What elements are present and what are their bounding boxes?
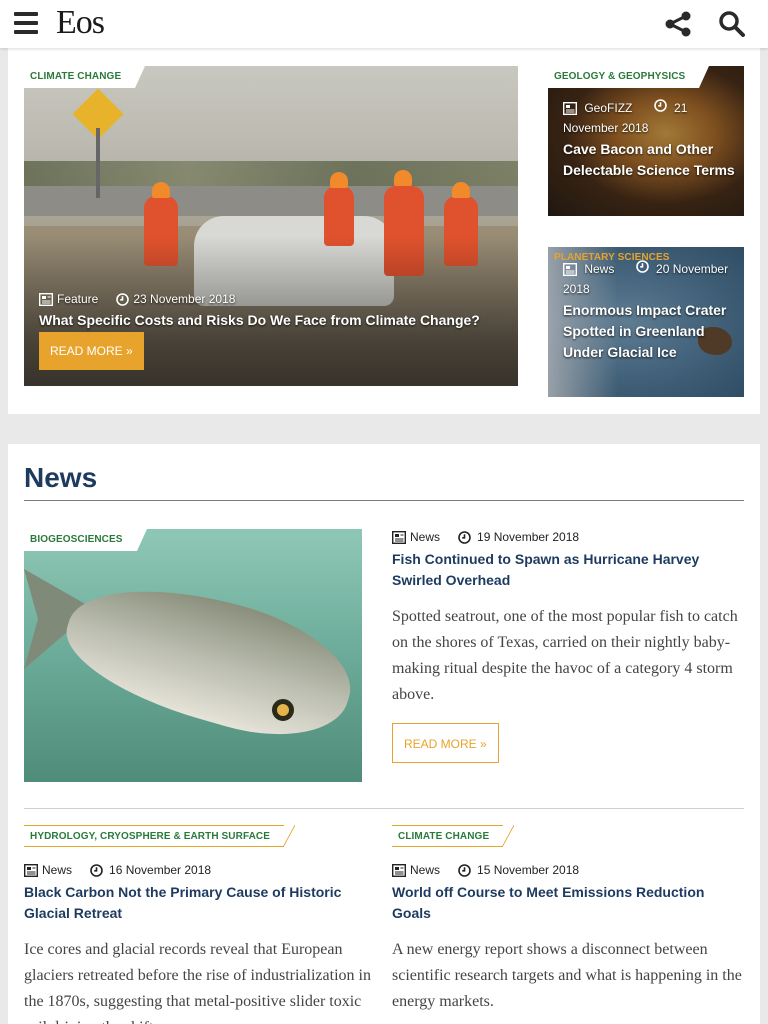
clock-icon — [458, 863, 471, 877]
section-heading: News — [24, 462, 98, 493]
category-tag[interactable]: BIOGEOSCIENCES — [24, 529, 147, 551]
clock-icon — [458, 530, 471, 544]
article-type: News — [42, 863, 73, 877]
article-type: News — [410, 863, 441, 877]
featured-side-card[interactable]: GEOLOGY & GEOPHYSICS GeoFIZZ 21 November… — [548, 66, 744, 216]
site-logo[interactable]: Eos — [56, 4, 105, 42]
featured-side-title[interactable]: Enormous Impact Crater Spotted in Greenl… — [563, 300, 739, 363]
sign-pole-image — [96, 128, 100, 198]
clock-icon — [90, 863, 103, 877]
article-date: 15 November 2018 — [477, 863, 580, 877]
clock-icon — [653, 99, 667, 112]
article-title[interactable]: Black Carbon Not the Primary Cause of Hi… — [24, 882, 369, 924]
article-type: GeoFIZZ — [584, 101, 633, 115]
article-summary: Spotted seatrout, one of the most popula… — [392, 608, 738, 703]
newspaper-icon — [392, 863, 406, 877]
article-meta: Feature 23 November 2018 — [39, 292, 235, 306]
article-type: Feature — [57, 292, 99, 306]
top-bar: Eos — [0, 0, 768, 48]
helmet-image — [152, 182, 170, 198]
article-meta: News 16 November 2018 — [24, 863, 211, 877]
article-date: 16 November 2018 — [109, 863, 212, 877]
helmet-image — [394, 170, 412, 186]
article-meta: News 20 November 2018 — [563, 259, 738, 299]
category-tag[interactable]: GEOLOGY & GEOPHYSICS — [548, 66, 710, 88]
helmet-image — [330, 172, 348, 188]
hamburger-icon[interactable] — [14, 12, 38, 34]
article-meta: News 15 November 2018 — [392, 863, 579, 877]
featured-main-card[interactable]: CLIMATE CHANGE Feature 23 November 2018 … — [24, 66, 518, 386]
share-icon[interactable] — [664, 11, 692, 37]
article-date: 23 November 2018 — [133, 292, 236, 306]
fish-image — [53, 561, 362, 757]
article-date: 19 November 2018 — [477, 530, 580, 544]
helmet-image — [452, 182, 470, 198]
newspaper-icon — [563, 102, 577, 116]
featured-section: CLIMATE CHANGE Feature 23 November 2018 … — [8, 48, 760, 414]
featured-side-title[interactable]: Cave Bacon and Other Delectable Science … — [563, 139, 739, 181]
section-rule — [24, 500, 744, 501]
article-meta: News 19 November 2018 — [392, 530, 579, 544]
read-more-button[interactable]: READ MORE » — [392, 723, 499, 763]
article-meta: GeoFIZZ 21 November 2018 — [563, 98, 738, 138]
article-title[interactable]: Fish Continued to Spawn as Hurricane Har… — [392, 549, 732, 591]
featured-title[interactable]: What Specific Costs and Risks Do We Face… — [39, 312, 480, 328]
article-type: News — [410, 530, 441, 544]
article-summary: A new energy report shows a disconnect b… — [392, 941, 742, 1010]
divider — [24, 808, 744, 809]
newspaper-icon — [392, 530, 406, 544]
newspaper-icon — [39, 292, 53, 306]
clock-icon — [635, 260, 649, 273]
article-title[interactable]: World off Course to Meet Emissions Reduc… — [392, 882, 737, 924]
read-more-button[interactable]: READ MORE » — [39, 332, 144, 370]
clock-icon — [116, 292, 130, 306]
search-icon[interactable] — [718, 10, 746, 38]
category-tag[interactable]: CLIMATE CHANGE — [24, 66, 146, 88]
category-tag[interactable]: HYDROLOGY, CRYOSPHERE & EARTH SURFACE — [24, 825, 296, 847]
newspaper-icon — [563, 263, 577, 277]
fish-eye-image — [272, 699, 294, 721]
newspaper-icon — [24, 863, 38, 877]
article-summary: Ice cores and glacial records reveal tha… — [24, 941, 371, 1024]
featured-side-card[interactable]: PLANETARY SCIENCES News 20 November 2018… — [548, 247, 744, 397]
category-tag[interactable]: CLIMATE CHANGE — [392, 825, 515, 847]
news-section: News BIOGEOSCIENCES News 19 November 201… — [8, 444, 760, 1024]
article-type: News — [584, 262, 615, 276]
lead-article-image[interactable]: BIOGEOSCIENCES — [24, 529, 362, 782]
